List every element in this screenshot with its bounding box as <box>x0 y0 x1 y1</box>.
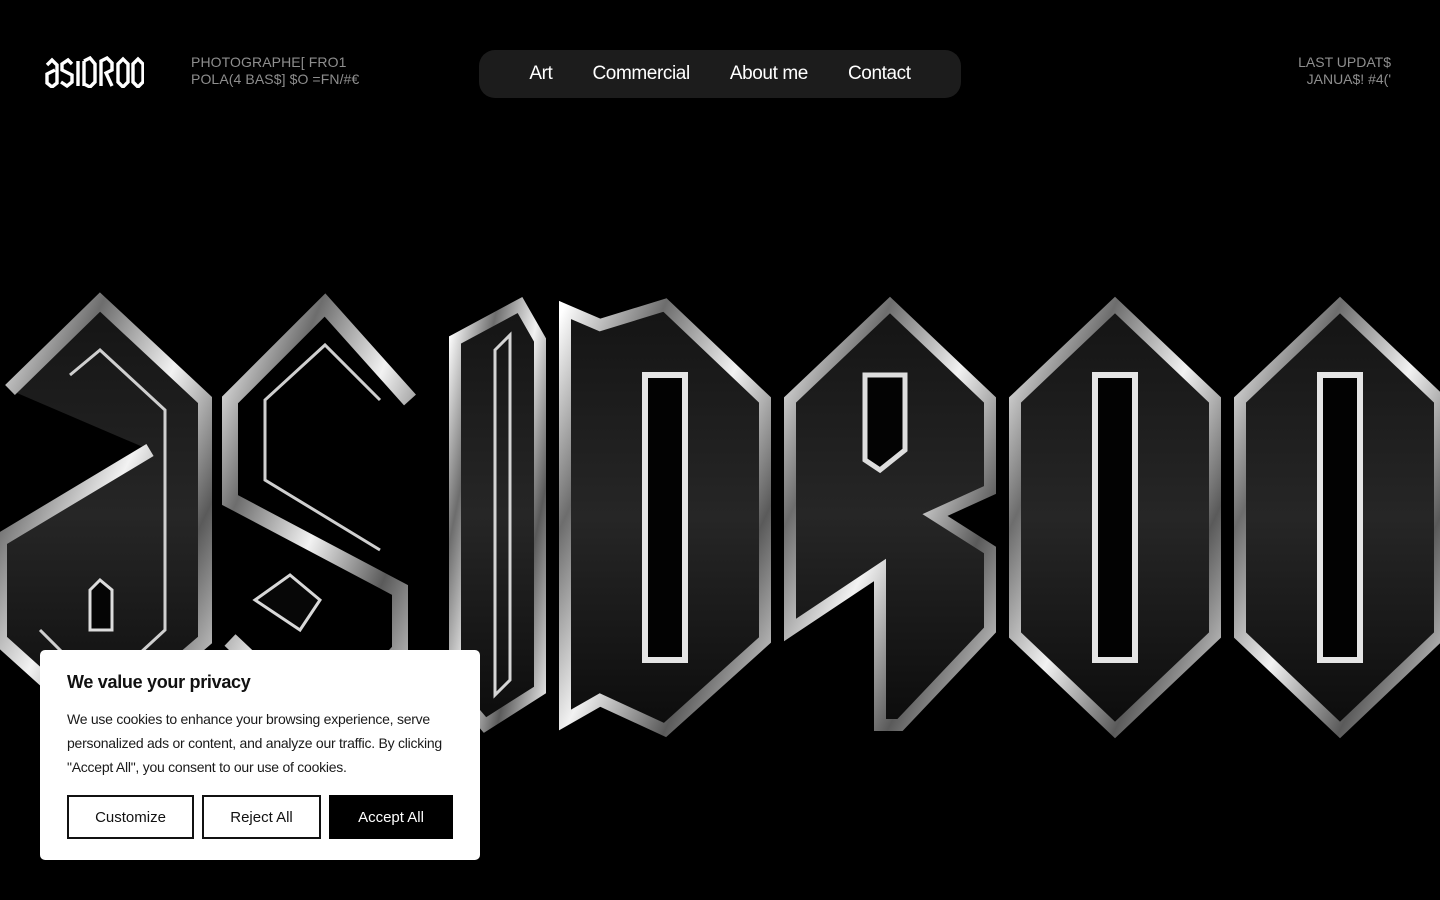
site-logo[interactable] <box>44 56 144 88</box>
customize-button[interactable]: Customize <box>67 795 194 839</box>
cookie-banner-text: We use cookies to enhance your browsing … <box>67 711 442 775</box>
hero-letter-o-2 <box>1234 296 1440 739</box>
main-nav: Art Commercial About me Contact <box>479 50 961 98</box>
nav-item-contact[interactable]: Contact <box>848 63 911 85</box>
last-updated: LAST UPDAT$ JANUA$! #4(' <box>1298 54 1391 88</box>
cookie-banner-actions: Customize Reject All Accept All <box>67 795 453 839</box>
nav-item-commercial[interactable]: Commercial <box>592 63 690 85</box>
nav-item-about-me[interactable]: About me <box>730 63 809 85</box>
reject-all-button[interactable]: Reject All <box>202 795 321 839</box>
last-updated-line-1: LAST UPDAT$ <box>1298 54 1391 70</box>
page: PHOTOGRAPHE[ FRO1 POLA(4 BAS$] $O =FN/#€… <box>0 0 1440 900</box>
cookie-banner-title: We value your privacy <box>67 672 251 692</box>
last-updated-line-2: JANUA$! #4(' <box>1306 71 1391 87</box>
accept-all-button[interactable]: Accept All <box>329 795 453 839</box>
hero-letter-d <box>559 298 771 738</box>
cookie-banner: We value your privacy We use cookies to … <box>40 650 480 860</box>
hero-letter-r <box>784 296 996 731</box>
tagline-line-1: PHOTOGRAPHE[ FRO1 <box>191 54 347 70</box>
hero-letter-o-1 <box>1009 296 1221 739</box>
tagline-line-2: POLA(4 BAS$] $O =FN/#€ <box>191 71 360 87</box>
tagline: PHOTOGRAPHE[ FRO1 POLA(4 BAS$] $O =FN/#€ <box>191 54 359 88</box>
nav-item-art[interactable]: Art <box>529 63 552 85</box>
